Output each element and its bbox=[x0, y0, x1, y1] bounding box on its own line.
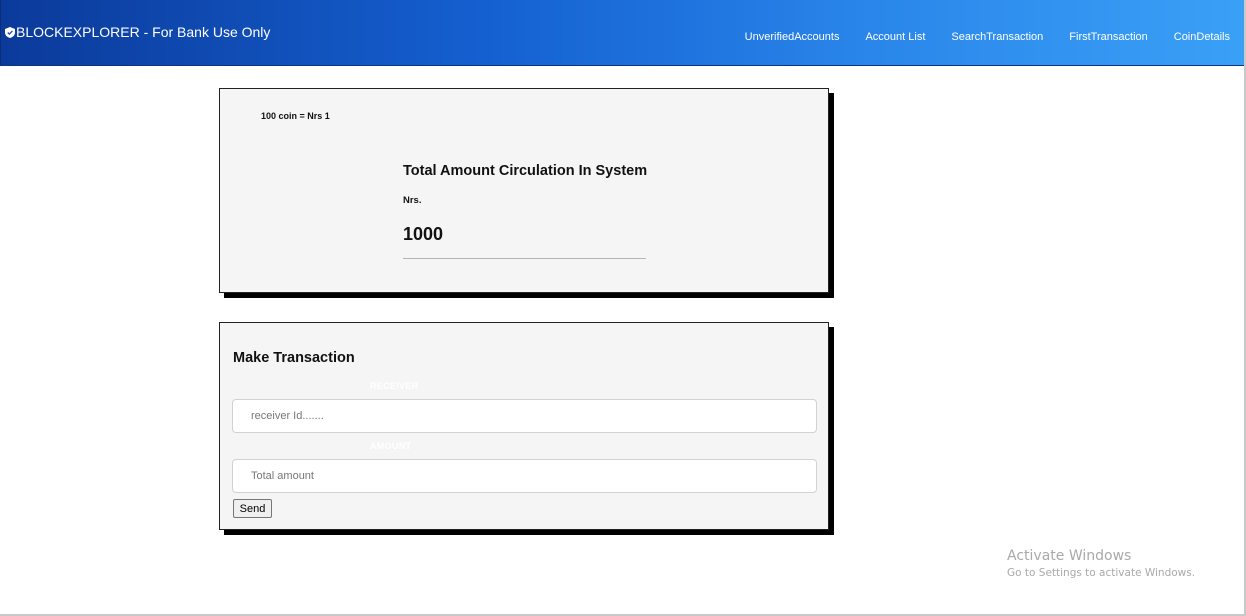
nav-account-list[interactable]: Account List bbox=[865, 31, 925, 43]
circulation-card: 100 coin = Nrs 1 Total Amount Circulatio… bbox=[219, 88, 829, 293]
circulation-value: 1000 bbox=[403, 224, 444, 244]
watermark-subtitle: Go to Settings to activate Windows. bbox=[1007, 567, 1196, 579]
watermark-title: Activate Windows bbox=[1007, 548, 1132, 564]
transaction-title: Make Transaction bbox=[233, 350, 355, 366]
nav-search-transaction[interactable]: SearchTransaction bbox=[951, 31, 1043, 43]
divider bbox=[403, 258, 646, 259]
exchange-rate: 100 coin = Nrs 1 bbox=[261, 111, 330, 121]
receiver-label: RECEIVER bbox=[370, 381, 419, 391]
page: BLOCKEXPLORER - For Bank Use Only Unveri… bbox=[0, 0, 1246, 616]
receiver-input[interactable] bbox=[232, 399, 817, 433]
nav-coin-details[interactable]: CoinDetails bbox=[1174, 31, 1230, 43]
brand-text: BLOCKEXPLORER - For Bank Use Only bbox=[16, 24, 271, 40]
shield-icon bbox=[5, 26, 15, 38]
transaction-card: Make Transaction RECEIVER AMOUNT Send bbox=[219, 322, 829, 530]
nav-unverified-accounts[interactable]: UnverifiedAccounts bbox=[745, 31, 840, 43]
brand[interactable]: BLOCKEXPLORER - For Bank Use Only bbox=[5, 24, 270, 40]
nav-links: UnverifiedAccounts Account List SearchTr… bbox=[719, 31, 1230, 43]
activate-windows-watermark: Activate Windows Go to Settings to activ… bbox=[1007, 548, 1195, 579]
circulation-title: Total Amount Circulation In System bbox=[403, 163, 648, 179]
nav-first-transaction[interactable]: FirstTransaction bbox=[1069, 31, 1147, 43]
currency-unit: Nrs. bbox=[403, 195, 422, 206]
top-navbar: BLOCKEXPLORER - For Bank Use Only Unveri… bbox=[0, 0, 1244, 66]
amount-input[interactable] bbox=[232, 459, 817, 493]
amount-label: AMOUNT bbox=[370, 441, 412, 451]
send-button[interactable]: Send bbox=[233, 499, 272, 518]
